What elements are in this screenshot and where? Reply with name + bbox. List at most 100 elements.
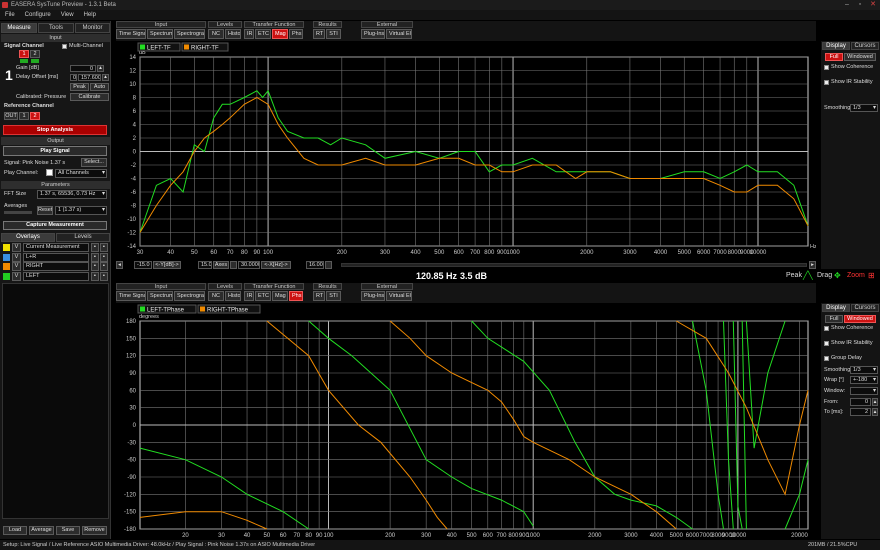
- delay-offset-input[interactable]: 157.600: [78, 74, 101, 81]
- overlay-delete-icon[interactable]: ▪: [100, 252, 108, 262]
- smoothing-select-1[interactable]: 1/3: [850, 104, 878, 112]
- tb2-ir-button[interactable]: IR: [244, 291, 254, 301]
- group-delay-checkbox[interactable]: [824, 356, 829, 361]
- overlay-delete-icon[interactable]: ▪: [100, 271, 108, 281]
- tab-display-2[interactable]: Display: [822, 304, 850, 312]
- scroll-left-icon[interactable]: ◂: [116, 261, 123, 269]
- overlay-delete-icon[interactable]: ▪: [100, 262, 108, 271]
- tb1-virtual-eq-button[interactable]: Virtual EQ: [386, 29, 412, 39]
- x-max-input[interactable]: 16.00k: [306, 261, 324, 269]
- tab-levels[interactable]: Levels: [56, 233, 110, 242]
- tab-display-1[interactable]: Display: [822, 42, 850, 50]
- tab-overlays[interactable]: Overlays: [1, 233, 55, 242]
- tb2-spectrogram-button[interactable]: Spectrogram: [174, 291, 205, 301]
- reference-out-button[interactable]: OUT: [4, 112, 18, 120]
- phase-graph[interactable]: 20 30 40 50 60 70 80 90 100 200 300 400 500 600 700 800…: [116, 303, 816, 539]
- horizontal-scrollbar[interactable]: [341, 263, 807, 267]
- smoothing-select-2[interactable]: 1/3: [850, 366, 878, 374]
- overlay-row[interactable]: V L+R ▪ ▪: [2, 252, 109, 262]
- tb1-mag-button[interactable]: Mag: [272, 29, 288, 39]
- tb1-spectrogram-button[interactable]: Spectrogram: [174, 29, 205, 39]
- tb2-rt-button[interactable]: RT: [313, 291, 325, 301]
- tab-cursors-1[interactable]: Cursors: [851, 42, 879, 50]
- calibrate-button[interactable]: Calibrate: [70, 93, 109, 101]
- gain-input[interactable]: 0: [70, 65, 96, 72]
- close-icon[interactable]: ✕: [869, 1, 877, 9]
- to-spin-icon[interactable]: ▴: [872, 408, 878, 416]
- magnitude-graph[interactable]: 30 40 50 60 70 80 90 100 200 300 400 500 600 700 800 90…: [116, 41, 817, 269]
- tb2-nc-button[interactable]: NC: [208, 291, 224, 301]
- drag-mode[interactable]: Drag: [817, 272, 832, 279]
- windowed-button-2[interactable]: Windowed: [844, 315, 876, 323]
- reset-button[interactable]: Reset: [37, 206, 53, 215]
- gain-spin-icon[interactable]: ▴: [97, 65, 104, 72]
- tb1-nc-button[interactable]: NC: [208, 29, 224, 39]
- tb1-histo-button[interactable]: Histo: [225, 29, 241, 39]
- tab-measure[interactable]: Measure: [1, 23, 37, 33]
- wrap-select[interactable]: +-180: [850, 376, 878, 384]
- tb2-virtual-eq-button[interactable]: Virtual EQ: [386, 291, 412, 301]
- axes-menu-button[interactable]: [230, 261, 237, 269]
- signal-channel-2-button[interactable]: 2: [30, 50, 40, 58]
- reference-channel-1-button[interactable]: 1: [19, 112, 29, 120]
- zoom-mode[interactable]: Zoom: [847, 272, 865, 279]
- average-button[interactable]: Average: [29, 526, 54, 535]
- tb2-time-signal-button[interactable]: Time Signal: [116, 291, 146, 301]
- overlay-visible-toggle[interactable]: V: [12, 271, 21, 281]
- drag-icon[interactable]: ✥: [834, 271, 844, 280]
- tb2-plug-ins-button[interactable]: Plug-Ins: [361, 291, 385, 301]
- play-signal-button[interactable]: Play Signal: [3, 146, 107, 156]
- full-button-1[interactable]: Full: [825, 53, 843, 61]
- zoom-icon[interactable]: ⊞: [868, 271, 879, 280]
- full-button-2[interactable]: Full: [825, 315, 843, 323]
- axes-button[interactable]: Axes: [213, 261, 229, 269]
- peak-icon[interactable]: ╱╲: [803, 271, 814, 280]
- to-input[interactable]: 2: [850, 408, 871, 416]
- signal-channel-1-button[interactable]: 1: [19, 50, 29, 58]
- play-channel-select[interactable]: All Channels: [55, 169, 107, 178]
- scroll-right-icon[interactable]: ▸: [809, 261, 816, 269]
- overlay-lock-icon[interactable]: ▪: [91, 271, 99, 281]
- window-select[interactable]: [850, 387, 878, 395]
- menu-configure[interactable]: Configure: [20, 10, 56, 20]
- windowed-button-1[interactable]: Windowed: [844, 53, 876, 61]
- menu-help[interactable]: Help: [79, 10, 101, 20]
- tb1-time-signal-button[interactable]: Time Signal: [116, 29, 146, 39]
- tb1-spectrum-button[interactable]: Spectrum: [147, 29, 173, 39]
- peak-button[interactable]: Peak: [70, 83, 89, 91]
- maximize-icon[interactable]: ▫: [856, 1, 864, 9]
- overlay-delete-icon[interactable]: ▪: [100, 243, 108, 252]
- overlay-visible-toggle[interactable]: V: [12, 243, 21, 252]
- delay-spin-icon[interactable]: ▴: [102, 74, 109, 81]
- tb1-rt-button[interactable]: RT: [313, 29, 325, 39]
- y-min-input[interactable]: -15.0: [134, 261, 152, 269]
- delay-offset-small-input[interactable]: 0: [70, 74, 77, 81]
- phase-chart[interactable]: 20 30 40 50 60 70 80 90 100 200 300 400 500 600 700 800…: [116, 303, 816, 539]
- averages-slider[interactable]: [4, 211, 32, 214]
- overlay-lock-icon[interactable]: ▪: [91, 262, 99, 271]
- overlay-row[interactable]: V RIGHT ▪ ▪: [2, 262, 109, 271]
- tab-tools[interactable]: Tools: [38, 23, 74, 33]
- overlay-row[interactable]: V Current Measurement ▪ ▪: [2, 243, 109, 252]
- select-signal-button[interactable]: Select...: [81, 158, 107, 167]
- overlay-lock-icon[interactable]: ▪: [91, 252, 99, 262]
- load-button[interactable]: Load: [3, 526, 27, 535]
- tb2-etc-button[interactable]: ETC: [255, 291, 271, 301]
- tb1-plug-ins-button[interactable]: Plug-Ins: [361, 29, 385, 39]
- y-max-input[interactable]: 15.0: [198, 261, 212, 269]
- tb2-sti-button[interactable]: STI: [326, 291, 341, 301]
- tb1-sti-button[interactable]: STI: [326, 29, 341, 39]
- save-button[interactable]: Save: [56, 526, 80, 535]
- reference-channel-2-button[interactable]: 2: [30, 112, 40, 120]
- stop-analysis-button[interactable]: Stop Analysis: [3, 125, 107, 135]
- y-axis-range-button[interactable]: <-Y[dB]->: [153, 261, 181, 269]
- tb2-spectrum-button[interactable]: Spectrum: [147, 291, 173, 301]
- tab-cursors-2[interactable]: Cursors: [851, 304, 879, 312]
- tb1-etc-button[interactable]: ETC: [255, 29, 271, 39]
- show-coherence-checkbox-1[interactable]: [824, 65, 829, 70]
- menu-view[interactable]: View: [56, 10, 79, 20]
- tb1-phs-button[interactable]: Phs: [289, 29, 303, 39]
- tab-monitor[interactable]: Monitor: [75, 23, 110, 33]
- x-axis-range-button[interactable]: <-X[Hz]->: [261, 261, 291, 269]
- show-ir-stability-checkbox-1[interactable]: [824, 80, 829, 85]
